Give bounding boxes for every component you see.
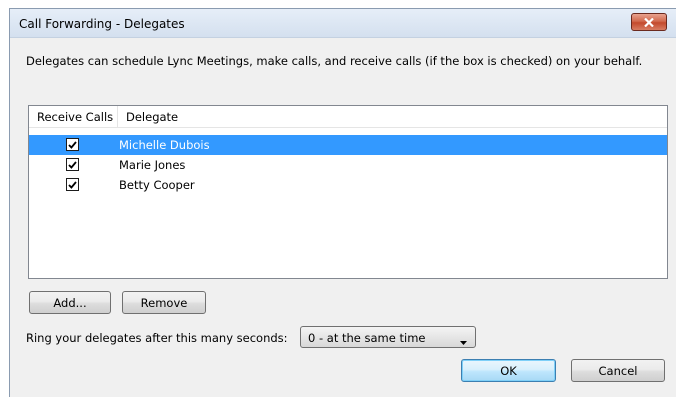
call-forwarding-delegates-dialog: Call Forwarding - Delegates Delegates ca… xyxy=(9,8,676,397)
delegate-row[interactable]: Betty Cooper xyxy=(29,175,667,195)
remove-button[interactable]: Remove xyxy=(122,291,206,314)
delegate-row[interactable]: Marie Jones xyxy=(29,155,667,175)
title-bar[interactable]: Call Forwarding - Delegates xyxy=(10,9,676,38)
cancel-button[interactable]: Cancel xyxy=(571,359,665,382)
delegate-name: Betty Cooper xyxy=(119,178,195,192)
receive-calls-checkbox[interactable] xyxy=(66,178,79,191)
column-header-receive-calls[interactable]: Receive Calls xyxy=(29,106,118,128)
delegate-row[interactable]: Michelle Dubois xyxy=(29,135,667,155)
add-button[interactable]: Add... xyxy=(29,291,111,314)
column-header-delegate[interactable]: Delegate xyxy=(118,106,278,128)
dialog-title: Call Forwarding - Delegates xyxy=(19,17,185,31)
close-icon xyxy=(644,17,654,27)
ring-delay-value: 0 - at the same time xyxy=(308,331,426,345)
close-button[interactable] xyxy=(631,13,667,31)
ring-delay-select[interactable]: 0 - at the same time xyxy=(300,326,476,348)
receive-calls-checkbox[interactable] xyxy=(66,138,79,151)
delegate-name: Michelle Dubois xyxy=(119,138,210,152)
ok-button[interactable]: OK xyxy=(461,359,556,382)
delegates-list[interactable]: Receive Calls Delegate Michelle Dubois M… xyxy=(28,105,668,279)
dropdown-arrow-icon xyxy=(460,335,467,348)
receive-calls-checkbox[interactable] xyxy=(66,158,79,171)
delegate-name: Marie Jones xyxy=(119,158,186,172)
list-header: Receive Calls Delegate xyxy=(29,106,667,128)
dialog-description: Delegates can schedule Lync Meetings, ma… xyxy=(26,54,643,68)
ring-delay-label: Ring your delegates after this many seco… xyxy=(26,331,288,345)
